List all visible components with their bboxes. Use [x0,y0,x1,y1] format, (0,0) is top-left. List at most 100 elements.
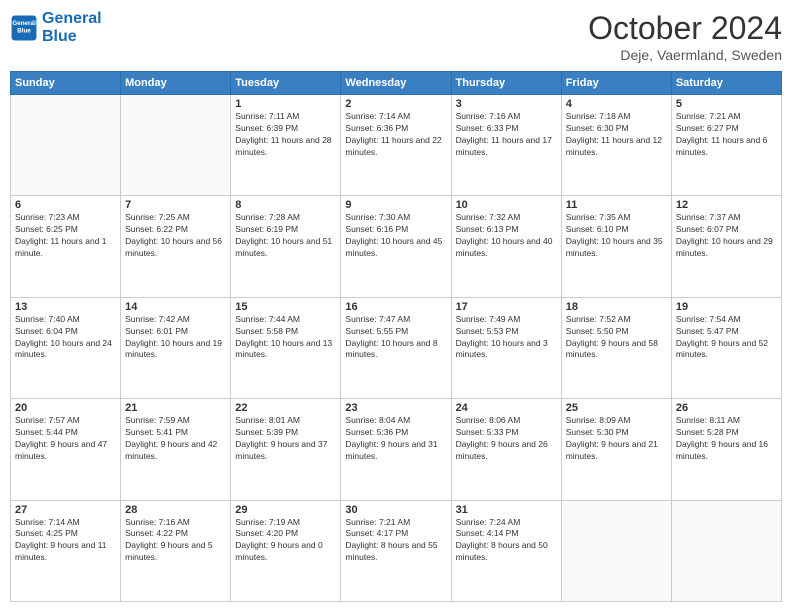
day-info: Sunrise: 7:11 AM Sunset: 6:39 PM Dayligh… [235,111,336,159]
calendar-day-cell: 24Sunrise: 8:06 AM Sunset: 5:33 PM Dayli… [451,399,561,500]
calendar-empty-cell [11,95,121,196]
calendar-day-cell: 26Sunrise: 8:11 AM Sunset: 5:28 PM Dayli… [671,399,781,500]
calendar-day-cell: 31Sunrise: 7:24 AM Sunset: 4:14 PM Dayli… [451,500,561,601]
day-info: Sunrise: 7:59 AM Sunset: 5:41 PM Dayligh… [125,415,226,463]
day-info: Sunrise: 8:09 AM Sunset: 5:30 PM Dayligh… [566,415,667,463]
calendar-day-header: Sunday [11,72,121,95]
day-info: Sunrise: 7:47 AM Sunset: 5:55 PM Dayligh… [345,314,446,362]
logo: General Blue General Blue [10,10,102,45]
calendar-day-cell: 4Sunrise: 7:18 AM Sunset: 6:30 PM Daylig… [561,95,671,196]
calendar-day-cell: 14Sunrise: 7:42 AM Sunset: 6:01 PM Dayli… [121,297,231,398]
calendar-week-row: 13Sunrise: 7:40 AM Sunset: 6:04 PM Dayli… [11,297,782,398]
day-number: 17 [456,301,557,313]
calendar-day-cell: 21Sunrise: 7:59 AM Sunset: 5:41 PM Dayli… [121,399,231,500]
calendar-day-header: Tuesday [231,72,341,95]
day-info: Sunrise: 7:52 AM Sunset: 5:50 PM Dayligh… [566,314,667,362]
calendar-day-cell: 3Sunrise: 7:16 AM Sunset: 6:33 PM Daylig… [451,95,561,196]
day-number: 31 [456,504,557,516]
day-number: 3 [456,98,557,110]
calendar-header-row: SundayMondayTuesdayWednesdayThursdayFrid… [11,72,782,95]
day-info: Sunrise: 7:44 AM Sunset: 5:58 PM Dayligh… [235,314,336,362]
logo-text: General Blue [42,10,102,45]
day-number: 8 [235,199,336,211]
title-area: October 2024 Deje, Vaermland, Sweden [588,10,782,63]
calendar-day-cell: 5Sunrise: 7:21 AM Sunset: 6:27 PM Daylig… [671,95,781,196]
calendar-week-row: 1Sunrise: 7:11 AM Sunset: 6:39 PM Daylig… [11,95,782,196]
day-number: 18 [566,301,667,313]
day-info: Sunrise: 8:06 AM Sunset: 5:33 PM Dayligh… [456,415,557,463]
day-number: 2 [345,98,446,110]
day-info: Sunrise: 7:40 AM Sunset: 6:04 PM Dayligh… [15,314,116,362]
day-info: Sunrise: 7:14 AM Sunset: 6:36 PM Dayligh… [345,111,446,159]
day-info: Sunrise: 8:11 AM Sunset: 5:28 PM Dayligh… [676,415,777,463]
calendar-day-cell: 25Sunrise: 8:09 AM Sunset: 5:30 PM Dayli… [561,399,671,500]
day-number: 13 [15,301,116,313]
calendar-day-cell: 30Sunrise: 7:21 AM Sunset: 4:17 PM Dayli… [341,500,451,601]
day-number: 19 [676,301,777,313]
day-info: Sunrise: 7:19 AM Sunset: 4:20 PM Dayligh… [235,517,336,565]
calendar-table: SundayMondayTuesdayWednesdayThursdayFrid… [10,71,782,602]
day-info: Sunrise: 7:42 AM Sunset: 6:01 PM Dayligh… [125,314,226,362]
calendar-empty-cell [671,500,781,601]
day-number: 21 [125,402,226,414]
calendar-day-header: Friday [561,72,671,95]
calendar-day-cell: 9Sunrise: 7:30 AM Sunset: 6:16 PM Daylig… [341,196,451,297]
calendar-day-header: Saturday [671,72,781,95]
day-number: 20 [15,402,116,414]
calendar-day-header: Thursday [451,72,561,95]
calendar-day-header: Wednesday [341,72,451,95]
calendar-day-header: Monday [121,72,231,95]
day-number: 5 [676,98,777,110]
day-number: 16 [345,301,446,313]
day-info: Sunrise: 7:14 AM Sunset: 4:25 PM Dayligh… [15,517,116,565]
calendar-week-row: 20Sunrise: 7:57 AM Sunset: 5:44 PM Dayli… [11,399,782,500]
calendar-empty-cell [121,95,231,196]
location: Deje, Vaermland, Sweden [588,47,782,63]
svg-text:Blue: Blue [17,27,31,34]
calendar-day-cell: 27Sunrise: 7:14 AM Sunset: 4:25 PM Dayli… [11,500,121,601]
calendar-day-cell: 10Sunrise: 7:32 AM Sunset: 6:13 PM Dayli… [451,196,561,297]
calendar-day-cell: 7Sunrise: 7:25 AM Sunset: 6:22 PM Daylig… [121,196,231,297]
calendar-week-row: 6Sunrise: 7:23 AM Sunset: 6:25 PM Daylig… [11,196,782,297]
day-number: 24 [456,402,557,414]
day-info: Sunrise: 7:21 AM Sunset: 4:17 PM Dayligh… [345,517,446,565]
page: General Blue General Blue October 2024 D… [0,0,792,612]
day-info: Sunrise: 7:57 AM Sunset: 5:44 PM Dayligh… [15,415,116,463]
day-info: Sunrise: 7:49 AM Sunset: 5:53 PM Dayligh… [456,314,557,362]
day-info: Sunrise: 7:54 AM Sunset: 5:47 PM Dayligh… [676,314,777,362]
day-info: Sunrise: 7:32 AM Sunset: 6:13 PM Dayligh… [456,212,557,260]
day-info: Sunrise: 7:30 AM Sunset: 6:16 PM Dayligh… [345,212,446,260]
day-number: 28 [125,504,226,516]
day-info: Sunrise: 8:01 AM Sunset: 5:39 PM Dayligh… [235,415,336,463]
calendar-day-cell: 11Sunrise: 7:35 AM Sunset: 6:10 PM Dayli… [561,196,671,297]
day-info: Sunrise: 7:24 AM Sunset: 4:14 PM Dayligh… [456,517,557,565]
month-title: October 2024 [588,10,782,47]
day-info: Sunrise: 7:28 AM Sunset: 6:19 PM Dayligh… [235,212,336,260]
calendar-day-cell: 18Sunrise: 7:52 AM Sunset: 5:50 PM Dayli… [561,297,671,398]
calendar-day-cell: 16Sunrise: 7:47 AM Sunset: 5:55 PM Dayli… [341,297,451,398]
calendar-day-cell: 22Sunrise: 8:01 AM Sunset: 5:39 PM Dayli… [231,399,341,500]
day-number: 25 [566,402,667,414]
calendar-day-cell: 29Sunrise: 7:19 AM Sunset: 4:20 PM Dayli… [231,500,341,601]
day-info: Sunrise: 7:16 AM Sunset: 6:33 PM Dayligh… [456,111,557,159]
calendar-empty-cell [561,500,671,601]
day-number: 14 [125,301,226,313]
day-number: 6 [15,199,116,211]
day-number: 10 [456,199,557,211]
day-info: Sunrise: 7:35 AM Sunset: 6:10 PM Dayligh… [566,212,667,260]
day-info: Sunrise: 7:21 AM Sunset: 6:27 PM Dayligh… [676,111,777,159]
day-number: 4 [566,98,667,110]
day-info: Sunrise: 7:18 AM Sunset: 6:30 PM Dayligh… [566,111,667,159]
calendar-day-cell: 20Sunrise: 7:57 AM Sunset: 5:44 PM Dayli… [11,399,121,500]
day-number: 1 [235,98,336,110]
day-number: 22 [235,402,336,414]
calendar-day-cell: 2Sunrise: 7:14 AM Sunset: 6:36 PM Daylig… [341,95,451,196]
calendar-day-cell: 17Sunrise: 7:49 AM Sunset: 5:53 PM Dayli… [451,297,561,398]
day-number: 12 [676,199,777,211]
calendar-day-cell: 13Sunrise: 7:40 AM Sunset: 6:04 PM Dayli… [11,297,121,398]
day-info: Sunrise: 7:16 AM Sunset: 4:22 PM Dayligh… [125,517,226,565]
calendar-day-cell: 6Sunrise: 7:23 AM Sunset: 6:25 PM Daylig… [11,196,121,297]
calendar-day-cell: 19Sunrise: 7:54 AM Sunset: 5:47 PM Dayli… [671,297,781,398]
day-number: 27 [15,504,116,516]
day-number: 15 [235,301,336,313]
